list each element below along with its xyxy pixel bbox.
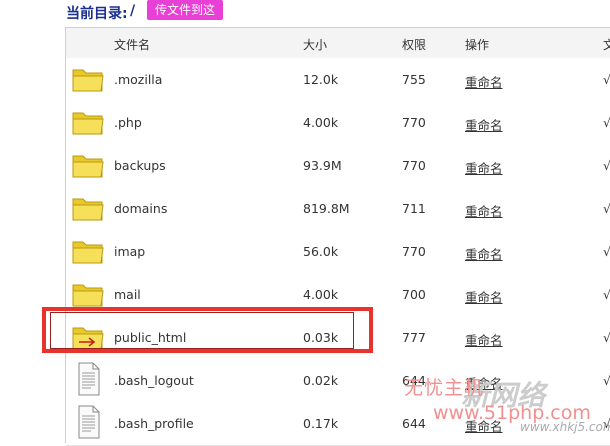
table-header: 文件名 大小 权限 操作 文: [66, 28, 610, 59]
file-name[interactable]: .php: [114, 115, 142, 130]
file-name[interactable]: mail: [114, 287, 141, 302]
watermark-brand: 无忧主机: [404, 377, 485, 399]
file-permission[interactable]: 755: [402, 72, 426, 87]
file-name[interactable]: imap: [114, 244, 145, 259]
file-size: 4.00k: [303, 287, 339, 302]
file-permission[interactable]: 777: [402, 330, 426, 345]
folder-icon[interactable]: [72, 109, 104, 135]
row-extra[interactable]: √: [603, 72, 610, 87]
row-extra[interactable]: √: [603, 244, 610, 259]
column-header-permission[interactable]: 权限: [402, 36, 426, 53]
rename-link[interactable]: 重命名: [465, 244, 503, 263]
rename-link[interactable]: 重命名: [465, 158, 503, 177]
rename-link[interactable]: 重命名: [465, 72, 503, 91]
file-size: 0.02k: [303, 373, 339, 388]
rename-link[interactable]: 重命名: [465, 287, 503, 306]
row-extra[interactable]: √: [603, 158, 610, 173]
selection-outline: [50, 312, 354, 349]
row-extra[interactable]: √: [603, 330, 610, 345]
file-size: 0.17k: [303, 416, 339, 431]
file-size: 12.0k: [303, 72, 339, 87]
file-name[interactable]: backups: [114, 158, 166, 173]
file-size: 93.9M: [303, 158, 342, 173]
folder-icon[interactable]: [72, 66, 104, 92]
file-name[interactable]: .mozilla: [114, 72, 162, 87]
folder-icon[interactable]: [72, 152, 104, 178]
watermark-site: www.xhkj5.com: [520, 420, 610, 434]
file-name[interactable]: .bash_profile: [114, 416, 194, 431]
column-header-size[interactable]: 大小: [303, 36, 327, 53]
row-extra[interactable]: √: [603, 373, 610, 388]
rename-link[interactable]: 重命名: [465, 330, 503, 349]
row-extra[interactable]: √: [603, 115, 610, 130]
table-row: imap 56.0k 770 重命名 √: [66, 230, 610, 274]
row-extra[interactable]: √: [603, 201, 610, 216]
file-size: 819.8M: [303, 201, 350, 216]
rename-link[interactable]: 重命名: [465, 115, 503, 134]
row-extra[interactable]: √: [603, 287, 610, 302]
column-header-name[interactable]: 文件名: [114, 36, 150, 53]
folder-icon[interactable]: [72, 281, 104, 307]
table-row: backups 93.9M 770 重命名 √: [66, 144, 610, 188]
file-name[interactable]: domains: [114, 201, 167, 216]
file-permission[interactable]: 700: [402, 287, 426, 302]
file-permission[interactable]: 711: [402, 201, 426, 216]
document-icon[interactable]: [78, 405, 100, 439]
top-bar: 当前目录: / 传文件到这: [0, 0, 610, 26]
rename-link[interactable]: 重命名: [465, 201, 503, 220]
column-header-action: 操作: [465, 38, 490, 52]
table-row: .mozilla 12.0k 755 重命名 √: [66, 58, 610, 102]
upload-here-button[interactable]: 传文件到这: [147, 0, 223, 20]
file-size: 4.00k: [303, 115, 339, 130]
folder-icon[interactable]: [72, 195, 104, 221]
table-row: .php 4.00k 770 重命名 √: [66, 101, 610, 145]
file-permission[interactable]: 770: [402, 115, 426, 130]
table-row: domains 819.8M 711 重命名 √: [66, 187, 610, 231]
file-permission[interactable]: 770: [402, 158, 426, 173]
column-header-extra: 文: [603, 38, 610, 52]
file-permission[interactable]: 644: [402, 416, 426, 431]
current-dir-path[interactable]: /: [130, 3, 135, 19]
current-dir-label: 当前目录:: [66, 6, 128, 22]
document-icon[interactable]: [78, 362, 100, 396]
folder-icon[interactable]: [72, 238, 104, 264]
file-permission[interactable]: 770: [402, 244, 426, 259]
file-name[interactable]: .bash_logout: [114, 373, 194, 388]
file-size: 56.0k: [303, 244, 339, 259]
